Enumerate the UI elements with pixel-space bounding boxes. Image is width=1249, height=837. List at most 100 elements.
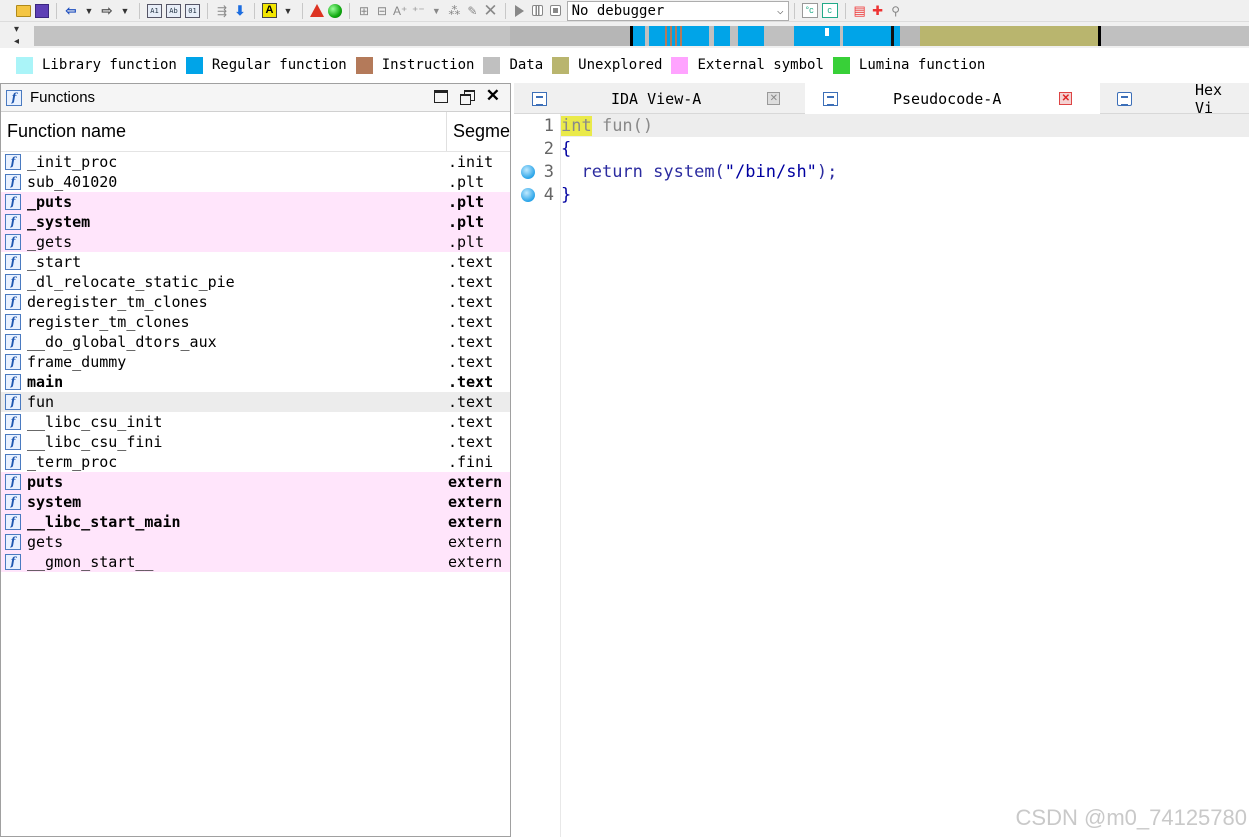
code-line-1[interactable]: int fun() [561, 115, 653, 138]
array-dropdown[interactable]: ▼ [427, 1, 445, 21]
search-text-button[interactable]: Ab [164, 1, 183, 21]
navigation-band[interactable]: ▾ ◂ [0, 22, 1249, 48]
type-keyword[interactable]: int [561, 116, 592, 136]
close-icon[interactable]: ✕ [486, 87, 500, 104]
code-line-2[interactable]: { [561, 138, 571, 161]
warning-button[interactable] [308, 1, 326, 21]
function-row[interactable]: f _term_proc .fini [1, 452, 510, 472]
nav-segment-regular [633, 26, 645, 46]
jump-forward-button[interactable]: ⇨ [98, 1, 116, 21]
function-row[interactable]: f __libc_csu_init .text [1, 412, 510, 432]
function-row[interactable]: f puts extern [1, 472, 510, 492]
string-icon: A⁺ [393, 3, 408, 18]
function-row[interactable]: f system extern [1, 492, 510, 512]
make-offset-button[interactable]: ⁂ [445, 1, 463, 21]
function-icon: f [5, 254, 21, 270]
function-name: fun [27, 393, 55, 411]
data-icon: ⊟ [376, 3, 388, 18]
debugger-select[interactable]: No debugger ⌵ [566, 0, 789, 21]
text-color-button[interactable]: A [260, 1, 279, 21]
code-line-3[interactable]: return system("/bin/sh"); [561, 161, 837, 184]
detach-process-button[interactable]: ⚲ [887, 1, 905, 21]
function-row[interactable]: f deregister_tm_clones .text [1, 292, 510, 312]
legend: Library function Regular function Instruct… [0, 52, 1249, 78]
function-segment: .text [448, 253, 494, 271]
legend-swatch [832, 56, 850, 74]
start-debug-button[interactable] [511, 1, 529, 21]
function-segment: extern [448, 513, 503, 531]
tab-pseudocode-a[interactable]: Pseudocode-A ✕ [805, 83, 1100, 114]
navigation-bar[interactable] [34, 26, 1249, 46]
function-row[interactable]: f __gmon_start__ extern [1, 552, 510, 572]
legend-item: Library function [16, 56, 177, 74]
jump-back-button[interactable]: ⇦ [62, 1, 80, 21]
column-header-function-name[interactable]: Function name [1, 112, 447, 151]
string-literal[interactable]: "/bin/sh" [725, 162, 817, 182]
make-array-button[interactable]: ⁺⁻ [409, 1, 427, 21]
nav-up-arrow-icon[interactable]: ▾ [14, 24, 19, 35]
tab-close-icon[interactable]: ✕ [767, 92, 781, 105]
system-call[interactable]: system( [643, 162, 725, 182]
function-row[interactable]: f gets extern [1, 532, 510, 552]
function-name: frame_dummy [27, 353, 127, 371]
function-row[interactable]: f _gets .plt [1, 232, 510, 252]
function-row[interactable]: f register_tm_clones .text [1, 312, 510, 332]
attach-process-button[interactable]: ✚ [869, 1, 887, 21]
jump-down-button[interactable]: ⬇ [231, 1, 249, 21]
function-row[interactable]: f _init_proc .init [1, 152, 510, 172]
function-row[interactable]: f main .text [1, 372, 510, 392]
pause-debug-button[interactable] [529, 1, 547, 21]
function-segment: .init [448, 153, 494, 171]
search-immediate-button[interactable]: 01 [183, 1, 202, 21]
toolbar-separator [349, 2, 350, 19]
code-line-4[interactable]: } [561, 184, 571, 207]
function-row[interactable]: f _start .text [1, 252, 510, 272]
debugger-refresh-button[interactable]: c [820, 1, 840, 21]
open-file-button[interactable] [14, 1, 33, 21]
function-icon: f [5, 214, 21, 230]
function-row[interactable]: f _system .plt [1, 212, 510, 232]
function-row[interactable]: f _puts .plt [1, 192, 510, 212]
tab-close-icon[interactable]: ✕ [1059, 92, 1073, 105]
make-string-button[interactable]: A⁺ [391, 1, 409, 21]
toolbar-separator [302, 2, 303, 19]
function-row[interactable]: f frame_dummy .text [1, 352, 510, 372]
legend-label: External symbol [697, 57, 824, 73]
search-sequence-button[interactable]: A1 [145, 1, 164, 21]
function-icon: f [5, 374, 21, 390]
pseudocode-editor[interactable]: 1 2 3 4 int fun() { return system("/bin/… [514, 114, 1249, 837]
function-row[interactable]: f fun .text [1, 392, 510, 412]
column-header-segment[interactable]: Segme [447, 121, 510, 142]
function-row[interactable]: f _dl_relocate_static_pie .text [1, 272, 510, 292]
float-window-icon[interactable] [459, 89, 475, 105]
make-code-button[interactable]: ⊞ [355, 1, 373, 21]
chevron-down-icon: ▼ [431, 5, 441, 16]
functions-panel-title: Functions [30, 89, 96, 106]
stop-debug-button[interactable] [547, 1, 565, 21]
make-data-button[interactable]: ⊟ [373, 1, 391, 21]
status-button[interactable] [326, 1, 344, 21]
function-icon: f [5, 194, 21, 210]
function-row[interactable]: f sub_401020 .plt [1, 172, 510, 192]
function-row[interactable]: f __libc_start_main extern [1, 512, 510, 532]
legend-item: Regular function [185, 56, 347, 74]
maximize-icon[interactable] [433, 89, 448, 103]
jump-forward-dropdown[interactable]: ▼ [116, 1, 134, 21]
undefine-button[interactable]: ✕ [481, 1, 499, 21]
tab-ida-view-a[interactable]: IDA View-A ✕ [514, 83, 805, 114]
process-list-button[interactable]: ▤ [851, 1, 869, 21]
function-signature[interactable]: fun() [592, 116, 653, 136]
edit-struct-button[interactable]: ✎ [463, 1, 481, 21]
tab-hex-view[interactable]: Hex Vi [1100, 83, 1249, 114]
function-row[interactable]: f __do_global_dtors_aux .text [1, 332, 510, 352]
text-color-dropdown[interactable]: ▼ [279, 1, 297, 21]
jump-address-button[interactable]: ⇶ [213, 1, 231, 21]
function-name: deregister_tm_clones [27, 293, 208, 311]
return-keyword[interactable]: return [581, 162, 642, 182]
save-button[interactable] [33, 1, 51, 21]
jump-back-dropdown[interactable]: ▼ [80, 1, 98, 21]
function-row[interactable]: f __libc_csu_fini .text [1, 432, 510, 452]
nav-left-arrow-icon[interactable]: ◂ [14, 36, 19, 47]
debugger-options-button[interactable]: °c [800, 1, 820, 21]
